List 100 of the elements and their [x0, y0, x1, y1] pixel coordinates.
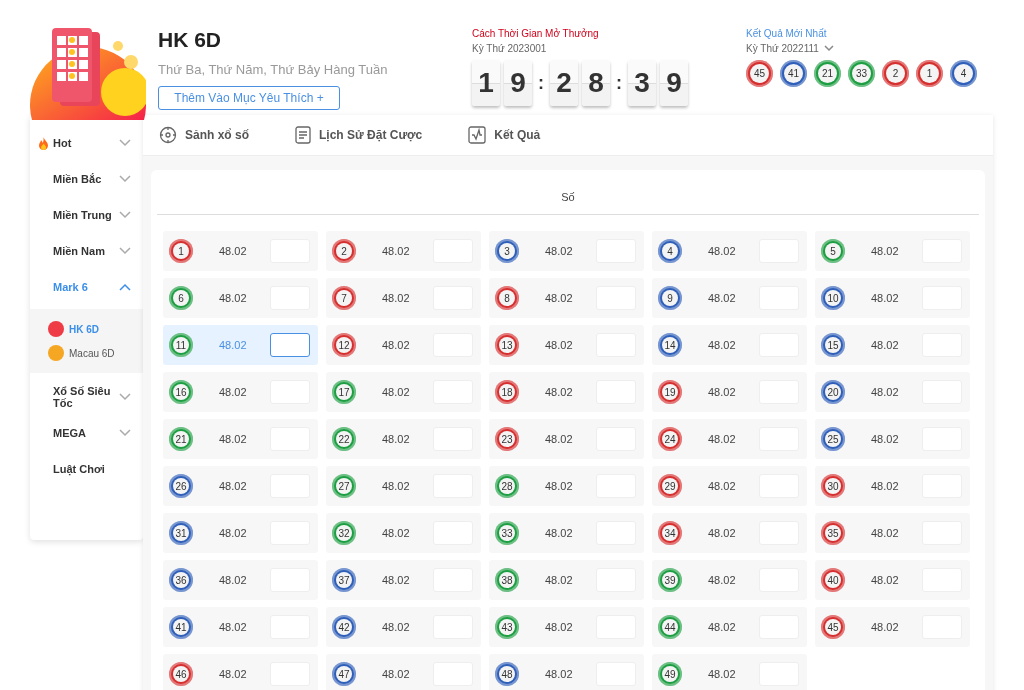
number-cell[interactable]: 40 48.02 [815, 560, 970, 600]
number-ball: 17 [332, 380, 356, 404]
number-cell[interactable]: 43 48.02 [489, 607, 644, 647]
sidebar-item[interactable]: Miền Bắc [30, 161, 143, 197]
number-cell[interactable]: 18 48.02 [489, 372, 644, 412]
sidebar-item[interactable]: Luật Chơi [30, 451, 143, 487]
number-cell[interactable]: 46 48.02 [163, 654, 318, 690]
odds-value: 48.02 [381, 339, 411, 351]
number-ball: 10 [821, 286, 845, 310]
number-cell[interactable]: 8 48.02 [489, 278, 644, 318]
odds-value: 48.02 [544, 527, 574, 539]
nav-tab[interactable]: Kết Quả [468, 126, 541, 144]
number-cell[interactable]: 33 48.02 [489, 513, 644, 553]
number-cell[interactable]: 17 48.02 [326, 372, 481, 412]
odds-value: 48.02 [544, 433, 574, 445]
number-cell[interactable]: 36 48.02 [163, 560, 318, 600]
odds-value: 48.02 [381, 386, 411, 398]
number-cell[interactable]: 15 48.02 [815, 325, 970, 365]
number-cell[interactable]: 9 48.02 [652, 278, 807, 318]
number-ball: 35 [821, 521, 845, 545]
number-cell[interactable]: 27 48.02 [326, 466, 481, 506]
number-cell[interactable]: 19 48.02 [652, 372, 807, 412]
draw-schedule: Thứ Ba, Thứ Năm, Thứ Bảy Hàng Tuần [158, 62, 389, 77]
number-cell[interactable]: 29 48.02 [652, 466, 807, 506]
number-cell[interactable]: 28 48.02 [489, 466, 644, 506]
number-ball: 6 [169, 286, 193, 310]
number-cell[interactable]: 12 48.02 [326, 325, 481, 365]
number-ball: 27 [332, 474, 356, 498]
nav-tab[interactable]: Sảnh xổ số [159, 126, 249, 144]
number-cell[interactable]: 39 48.02 [652, 560, 807, 600]
number-cell[interactable]: 6 48.02 [163, 278, 318, 318]
number-ball: 33 [495, 521, 519, 545]
number-cell[interactable]: 22 48.02 [326, 419, 481, 459]
number-ball: 39 [658, 568, 682, 592]
odds-value: 48.02 [544, 245, 574, 257]
number-cell[interactable]: 1 48.02 [163, 231, 318, 271]
board-heading: Số [157, 170, 979, 215]
target-icon [159, 126, 177, 144]
number-cell[interactable]: 45 48.02 [815, 607, 970, 647]
number-ball: 47 [332, 662, 356, 686]
result-ball: 41 [780, 60, 807, 87]
odds-value: 48.02 [544, 574, 574, 586]
number-cell[interactable]: 30 48.02 [815, 466, 970, 506]
number-cell[interactable]: 10 48.02 [815, 278, 970, 318]
number-cell[interactable]: 21 48.02 [163, 419, 318, 459]
number-cell[interactable]: 49 48.02 [652, 654, 807, 690]
sidebar-item[interactable]: Miền Nam [30, 233, 143, 269]
chevron-down-icon [119, 139, 131, 147]
number-cell[interactable]: 25 48.02 [815, 419, 970, 459]
number-ball: 16 [169, 380, 193, 404]
number-cell[interactable]: 37 48.02 [326, 560, 481, 600]
number-ball: 2 [332, 239, 356, 263]
number-cell[interactable]: 32 48.02 [326, 513, 481, 553]
odds-value: 48.02 [218, 574, 248, 586]
number-cell[interactable]: 20 48.02 [815, 372, 970, 412]
number-cell[interactable]: 14 48.02 [652, 325, 807, 365]
number-cell[interactable]: 41 48.02 [163, 607, 318, 647]
game-title: HK 6D [158, 28, 222, 52]
number-cell[interactable]: 2 48.02 [326, 231, 481, 271]
nav-tab[interactable]: Lịch Sử Đặt Cược [295, 126, 423, 144]
draw-selector[interactable]: Kỳ Thứ 2022111 [746, 43, 856, 54]
number-cell[interactable]: 11 48.02 [163, 325, 318, 365]
sidebar-item[interactable]: Xổ Số Siêu Tốc [30, 379, 143, 415]
number-ball: 49 [658, 662, 682, 686]
number-cell[interactable]: 3 48.02 [489, 231, 644, 271]
result-ball: 45 [746, 60, 773, 87]
sidebar-item[interactable]: Miền Trung [30, 197, 143, 233]
odds-value: 48.02 [218, 480, 248, 492]
number-cell[interactable]: 26 48.02 [163, 466, 318, 506]
number-cell[interactable]: 38 48.02 [489, 560, 644, 600]
time-separator: : [615, 72, 623, 94]
number-cell[interactable]: 35 48.02 [815, 513, 970, 553]
odds-value: 48.02 [544, 621, 574, 633]
number-ball: 48 [495, 662, 519, 686]
bet-amount-input[interactable] [270, 333, 310, 357]
chevron-up-icon [119, 283, 131, 291]
number-cell[interactable]: 7 48.02 [326, 278, 481, 318]
number-ball: 30 [821, 474, 845, 498]
number-cell[interactable]: 5 48.02 [815, 231, 970, 271]
number-cell[interactable]: 4 48.02 [652, 231, 807, 271]
number-cell[interactable]: 47 48.02 [326, 654, 481, 690]
number-cell[interactable]: 13 48.02 [489, 325, 644, 365]
odds-value: 48.02 [870, 480, 900, 492]
number-cell[interactable]: 42 48.02 [326, 607, 481, 647]
odds-value: 48.02 [707, 574, 737, 586]
number-ball: 14 [658, 333, 682, 357]
number-cell[interactable]: 23 48.02 [489, 419, 644, 459]
sidebar-item[interactable]: MEGA [30, 415, 143, 451]
sidebar-subitem[interactable]: Macau 6D [30, 341, 143, 365]
number-cell[interactable]: 34 48.02 [652, 513, 807, 553]
number-cell[interactable]: 31 48.02 [163, 513, 318, 553]
number-cell[interactable]: 24 48.02 [652, 419, 807, 459]
number-cell[interactable]: 48 48.02 [489, 654, 644, 690]
chevron-down-icon [119, 393, 131, 401]
number-cell[interactable]: 44 48.02 [652, 607, 807, 647]
number-cell[interactable]: 16 48.02 [163, 372, 318, 412]
odds-value: 48.02 [707, 480, 737, 492]
number-ball: 24 [658, 427, 682, 451]
sidebar-item[interactable]: Hot [30, 125, 143, 161]
odds-value: 48.02 [218, 527, 248, 539]
